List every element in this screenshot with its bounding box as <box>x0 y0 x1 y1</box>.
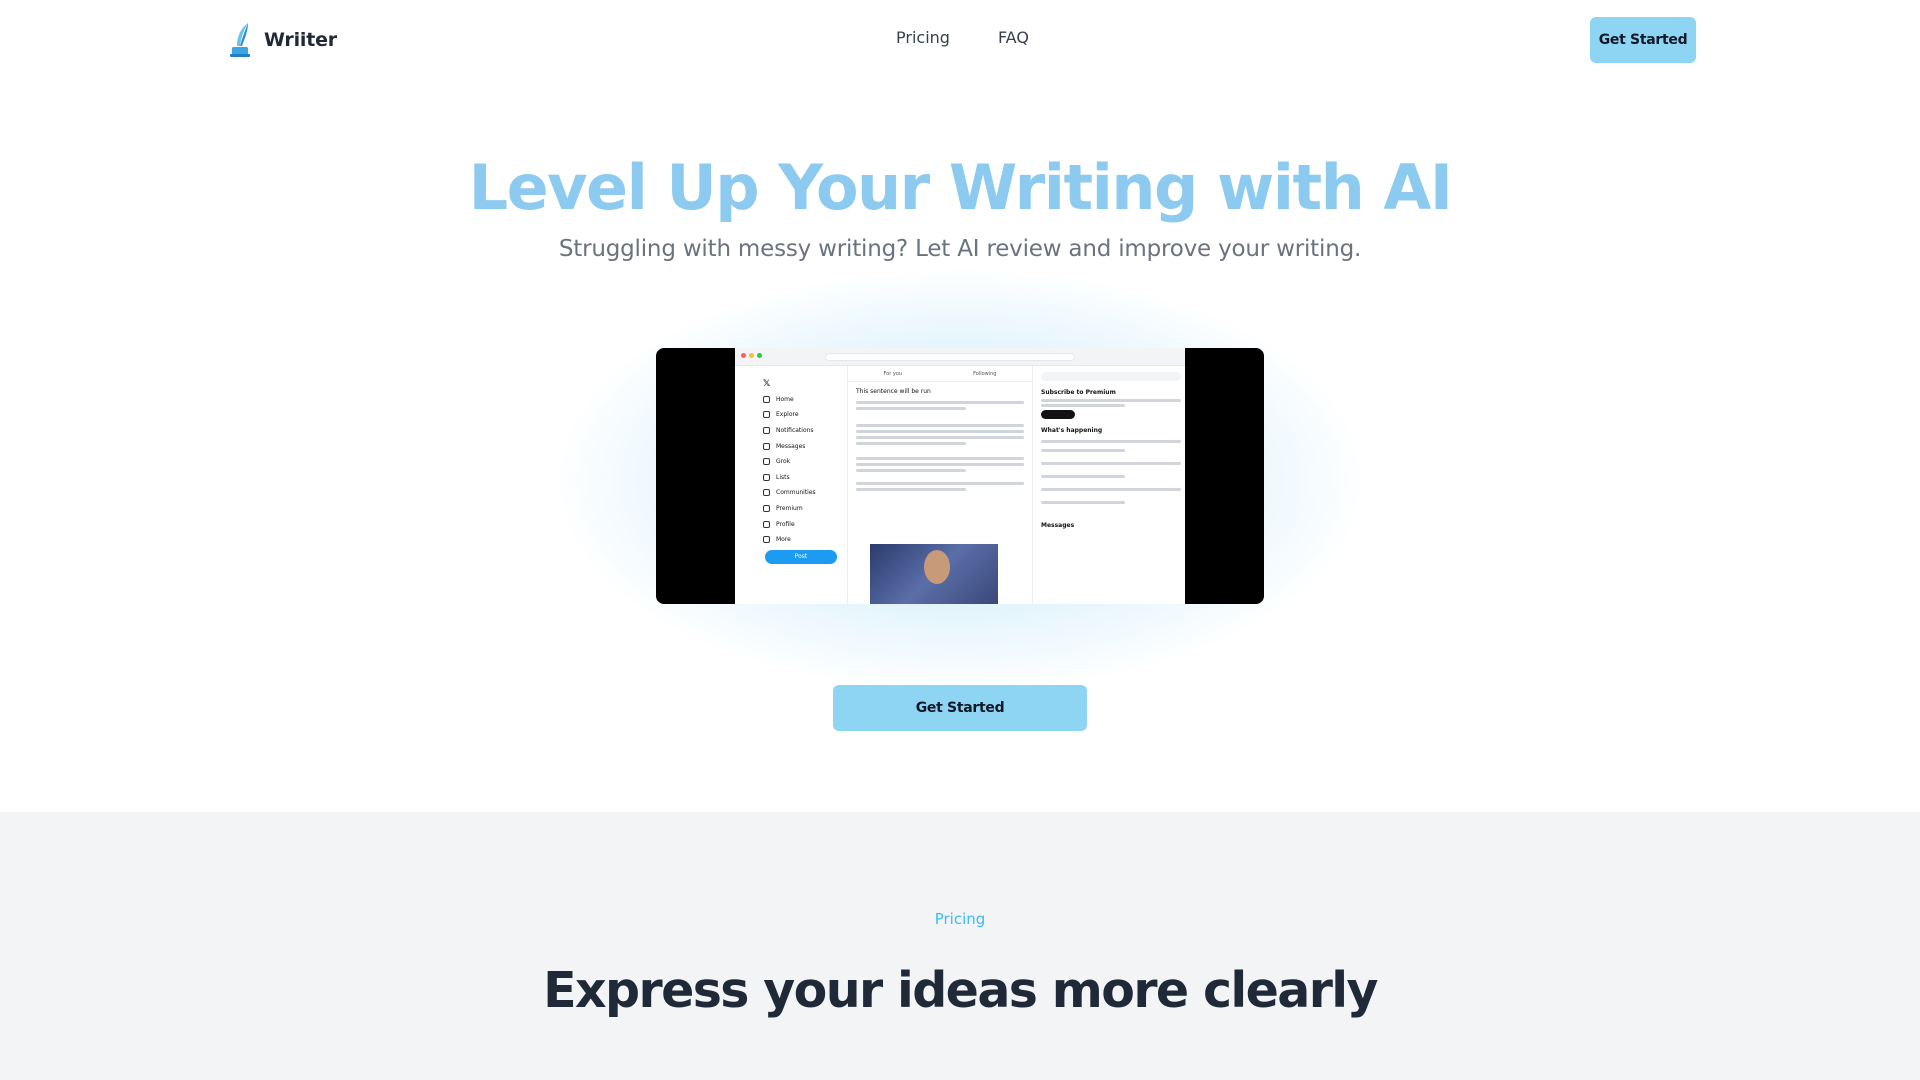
brand-name: Wriiter <box>264 29 337 51</box>
hero-title: Level Up Your Writing with AI <box>468 151 1453 224</box>
preview-screenshot: 𝕏 Home Explore Notifications Messages Gr… <box>735 348 1185 604</box>
pricing-eyebrow: Pricing <box>934 910 986 928</box>
preview-compose-text: This sentence will be run <box>856 388 931 395</box>
brand-logo[interactable]: Wriiter <box>228 22 337 58</box>
preview-subscribe-button <box>1041 410 1075 419</box>
preview-video-thumbnail <box>870 544 998 604</box>
preview-sidebar-item: Profile <box>763 516 843 532</box>
preview-sidebar-item: More <box>763 532 843 548</box>
nav-link-pricing[interactable]: Pricing <box>896 28 950 47</box>
pricing-section: Pricing Express your ideas more clearly <box>0 812 1920 1080</box>
product-preview-video[interactable]: 𝕏 Home Explore Notifications Messages Gr… <box>656 348 1264 604</box>
preview-sidebar-item: Messages <box>763 438 843 454</box>
preview-feed: For you Following This sentence will be … <box>847 366 1033 604</box>
preview-sidebar-item: Grok <box>763 454 843 470</box>
nav-link-faq[interactable]: FAQ <box>998 28 1029 47</box>
quill-icon <box>230 23 250 57</box>
preview-sidebar-item: Lists <box>763 470 843 486</box>
preview-right-panel: Subscribe to Premium What's happening Me… <box>1041 372 1181 532</box>
hero-get-started-button[interactable]: Get Started <box>833 685 1087 731</box>
preview-right-heading: What's happening <box>1041 427 1103 434</box>
preview-messages-label: Messages <box>1041 522 1075 529</box>
browser-bar <box>735 348 1185 366</box>
preview-sidebar-item: Explore <box>763 407 843 423</box>
preview-post-button: Post <box>765 550 837 564</box>
window-controls <box>741 353 762 358</box>
site-header: Wriiter Pricing FAQ Get Started <box>0 0 1920 80</box>
preview-x-logo: 𝕏 <box>763 378 771 389</box>
preview-search <box>1041 372 1181 381</box>
preview-sidebar-item: Notifications <box>763 423 843 439</box>
hero-subtitle: Struggling with messy writing? Let AI re… <box>558 236 1362 262</box>
preview-sidebar: 𝕏 Home Explore Notifications Messages Gr… <box>763 376 843 548</box>
preview-sidebar-item: Premium <box>763 501 843 517</box>
url-bar <box>825 353 1075 361</box>
preview-sidebar-item: Communities <box>763 485 843 501</box>
main-nav: Pricing FAQ <box>896 28 1029 47</box>
preview-feed-tabs: For you Following <box>848 366 1032 382</box>
header-get-started-button[interactable]: Get Started <box>1590 17 1696 63</box>
preview-sidebar-item: Home <box>763 392 843 408</box>
pricing-heading: Express your ideas more clearly <box>543 962 1378 1019</box>
preview-right-heading: Subscribe to Premium <box>1041 389 1116 396</box>
